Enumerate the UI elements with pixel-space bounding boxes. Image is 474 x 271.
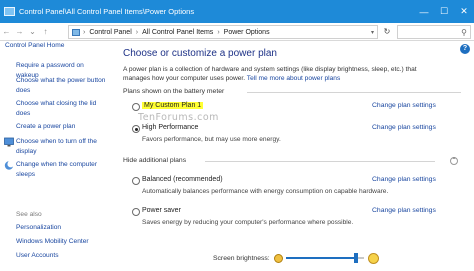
maximize-button[interactable]: ☐ [434,0,454,23]
group-divider [247,92,461,93]
page-description: A power plan is a collection of hardware… [123,65,443,83]
plan-name-balanced[interactable]: Balanced (recommended) [142,176,223,183]
group-divider [205,161,435,162]
address-bar: ← → ⌄ ↑ › Control Panel › All Control Pa… [0,23,474,41]
up-arrow-icon[interactable]: ↑ [39,27,52,36]
nav-personalization[interactable]: Personalization [16,223,108,233]
plan-radio-power-saver[interactable] [132,208,140,216]
help-icon[interactable]: ? [460,44,470,54]
moon-icon [4,160,14,170]
back-arrow-icon[interactable]: ← [0,27,13,36]
nav-create-plan[interactable]: Create a power plan [16,122,108,132]
collapse-chevron-icon[interactable]: ⌃ [450,157,458,165]
breadcrumb-control-panel-icon [72,28,80,36]
nav-closing-lid[interactable]: Choose what closing the lid does [16,99,108,118]
breadcrumb-separator: › [83,28,86,36]
watermark-text: TenForums.com [138,112,219,123]
dim-sun-icon [273,253,283,263]
breadcrumb-control-panel[interactable]: Control Panel [89,29,131,36]
see-also-label: See also [16,211,42,218]
brightness-control: Screen brightness: [213,251,473,265]
recent-dropdown-icon[interactable]: ⌄ [26,27,39,36]
slider-thumb[interactable] [353,253,358,263]
change-plan-settings-high[interactable]: Change plan settings [372,124,436,131]
plan-desc-high-performance: Favors performance, but may use more ene… [142,136,281,143]
minimize-button[interactable]: — [414,0,434,23]
change-plan-settings-balanced[interactable]: Change plan settings [372,176,436,183]
change-plan-settings-saver[interactable]: Change plan settings [372,207,436,214]
battery-group-label: Plans shown on the battery meter [123,88,225,95]
hide-plans-label[interactable]: Hide additional plans [123,157,186,164]
plan-name-custom[interactable]: My Custom Plan 1 [142,102,204,109]
brightness-slider[interactable] [285,253,364,263]
plan-desc-balanced: Automatically balances performance with … [142,188,389,195]
nav-power-button[interactable]: Choose what the power button does [16,76,108,95]
tell-me-more-link[interactable]: Tell me more about power plans [247,75,340,82]
plan-radio-high-performance[interactable] [132,125,140,133]
left-nav: Control Panel Home Require a password on… [0,41,110,271]
bright-sun-icon [367,252,379,264]
window-title: Control Panel\All Control Panel Items\Po… [19,7,195,16]
plan-radio-balanced[interactable] [132,177,140,185]
plan-name-power-saver[interactable]: Power saver [142,207,181,214]
forward-arrow-icon[interactable]: → [13,27,26,36]
refresh-icon[interactable]: ↻ [381,27,393,36]
plan-radio-custom[interactable] [132,103,140,111]
plan-desc-power-saver: Saves energy by reducing your computer's… [142,219,354,226]
main-panel: ? Choose or customize a power plan A pow… [110,41,474,271]
brightness-label: Screen brightness: [213,254,270,262]
search-input[interactable]: ⚲ [397,25,471,39]
nav-computer-sleeps[interactable]: Change when the computer sleeps [16,160,108,179]
breadcrumb-all-items[interactable]: All Control Panel Items [142,29,213,36]
breadcrumb-separator: › [135,28,139,36]
address-dropdown-icon[interactable]: ▾ [371,29,374,36]
breadcrumb-power-options[interactable]: Power Options [224,29,270,36]
close-button[interactable]: ✕ [454,0,474,23]
nav-turn-off-display[interactable]: Choose when to turn off the display [16,137,108,156]
page-title: Choose or customize a power plan [123,48,277,59]
nav-mobility-center[interactable]: Windows Mobility Center [16,237,108,247]
nav-user-accounts[interactable]: User Accounts [16,251,108,261]
slider-fill [285,257,356,259]
breadcrumb[interactable]: › Control Panel › All Control Panel Item… [68,25,378,39]
control-panel-home-link[interactable]: Control Panel Home [5,41,97,51]
display-icon [4,137,14,147]
title-bar: Control Panel\All Control Panel Items\Po… [0,0,474,23]
control-panel-icon [4,7,15,16]
breadcrumb-separator: › [217,28,220,36]
change-plan-settings-custom[interactable]: Change plan settings [372,102,436,109]
search-icon: ⚲ [461,27,467,37]
plan-name-high-performance[interactable]: High Performance [142,124,198,131]
